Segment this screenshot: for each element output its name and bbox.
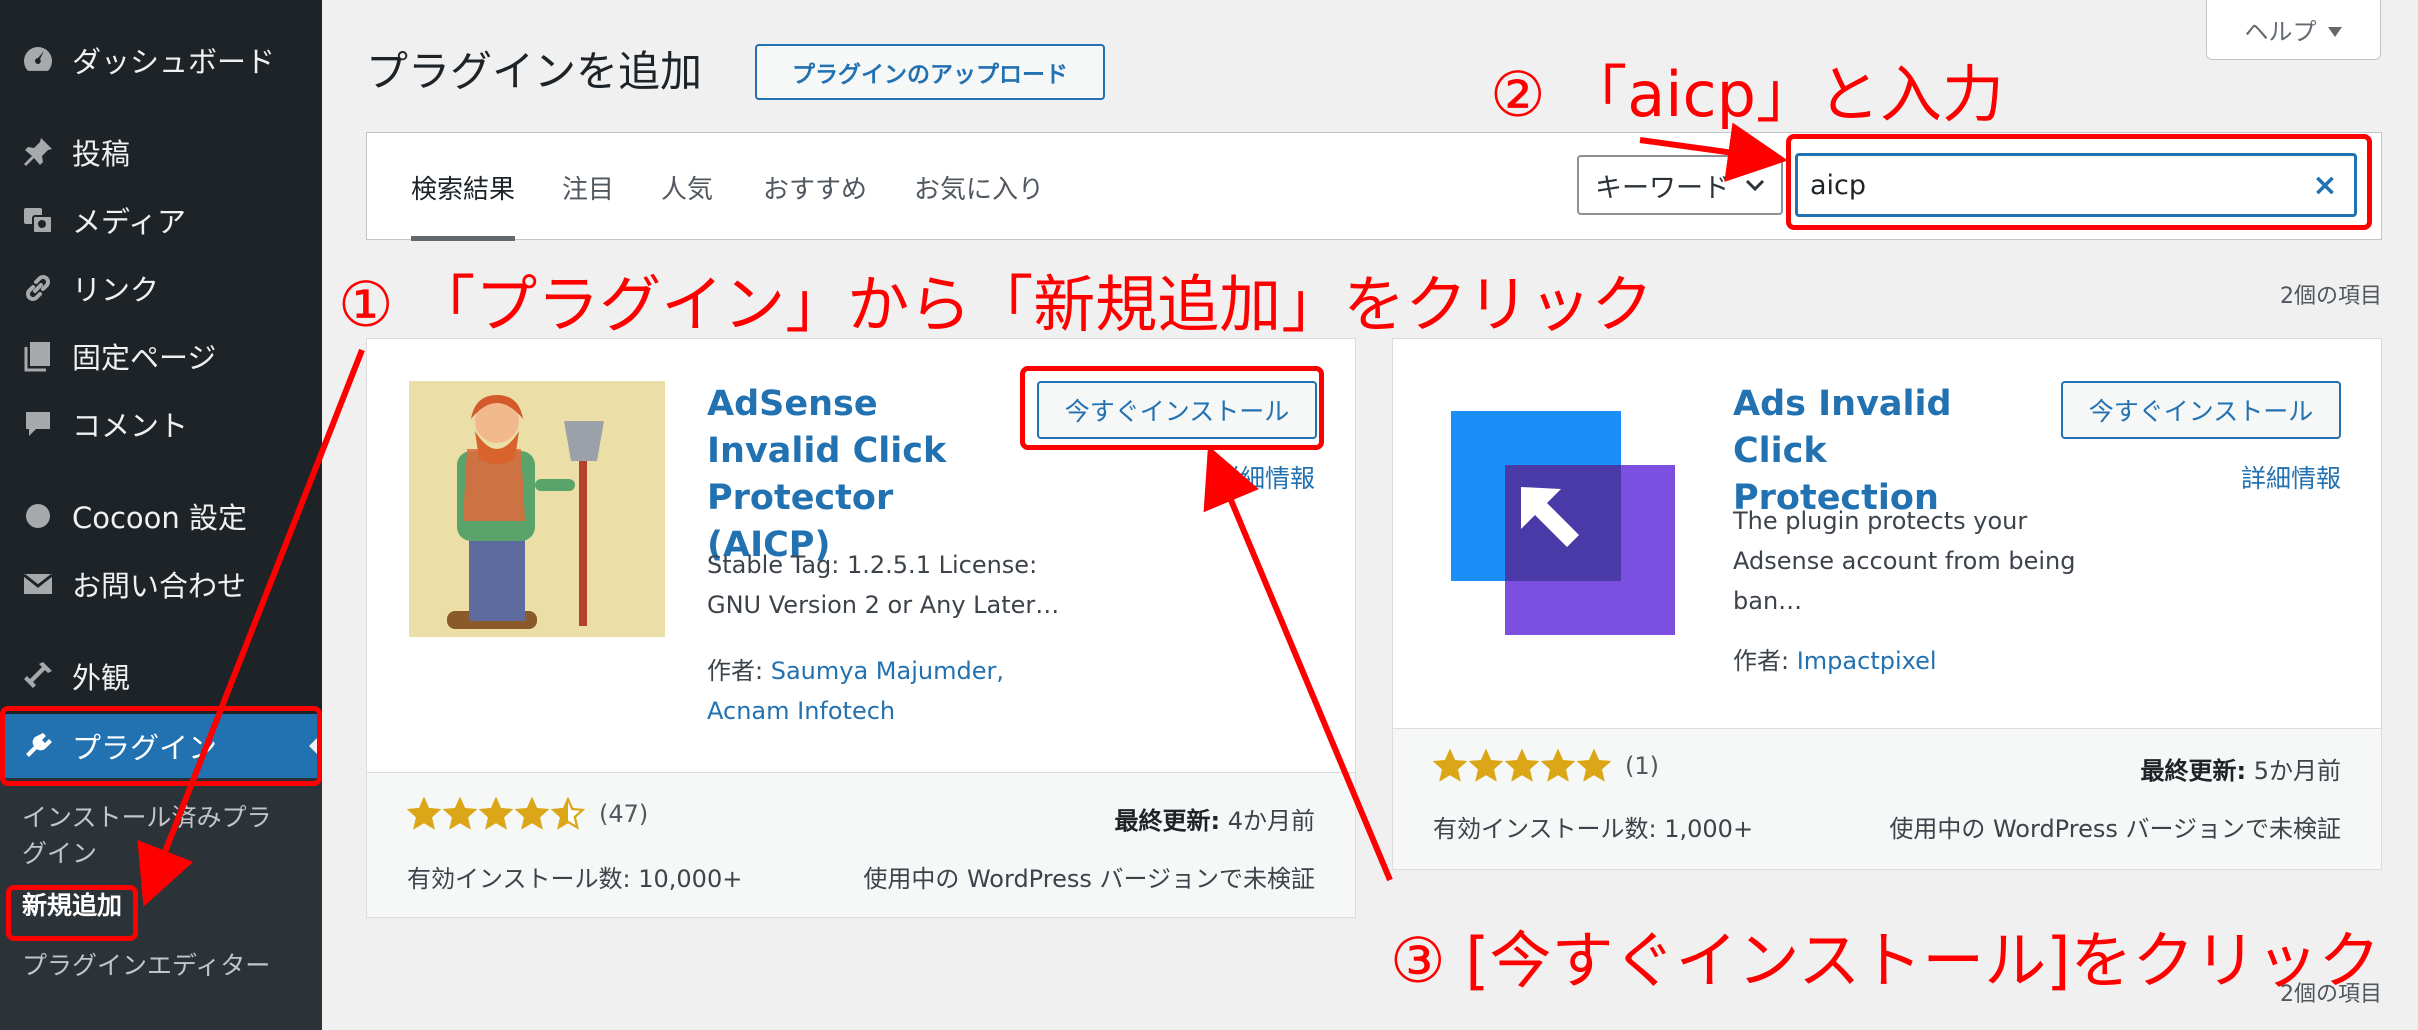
annotation-box-search (1786, 134, 2372, 230)
more-details-link[interactable]: 詳細情報 (2241, 459, 2341, 495)
submenu-plugin-editor[interactable]: プラグインエディター (22, 948, 270, 984)
author-prefix: 作者: (1733, 647, 1797, 675)
menu-item-pages[interactable]: 固定ページ (0, 324, 322, 388)
star-rating-stars (407, 797, 587, 831)
author-prefix: 作者: (707, 657, 771, 685)
annotation-step3: ③ [今すぐインストール]をクリック (1390, 924, 2381, 997)
pin-icon (18, 132, 58, 172)
last-updated-value: 5か月前 (2246, 757, 2341, 785)
rating-count: (1) (1625, 752, 1659, 780)
install-now-button[interactable]: 今すぐインストール (2061, 381, 2341, 439)
star-icon (407, 797, 441, 830)
tab-popular[interactable]: 人気 (661, 133, 713, 241)
plugin-name-link[interactable]: AdSense Invalid Click Protector (AICP) (707, 381, 1017, 569)
star-icon (1577, 749, 1611, 782)
plugin-description: Stable Tag: 1.2.5.1 License: GNU Version… (707, 551, 1060, 619)
star-icon (1505, 749, 1539, 782)
menu-item-media[interactable]: メディア (0, 188, 322, 252)
tab-favorites[interactable]: お気に入り (914, 133, 1044, 241)
star-icon (515, 797, 549, 830)
page-title: プラグインを追加 (366, 47, 703, 96)
item-count: 2個の項目 (2280, 284, 2382, 309)
comment-icon (18, 404, 58, 444)
menu-label: コメント (72, 409, 189, 443)
admin-sidebar: ダッシュボード 投稿 メディア リンク 固定ページ コメント Cocoon 設定… (0, 0, 322, 1030)
submenu-installed-plugins[interactable]: インストール済みプラ グイン (22, 800, 272, 872)
search-type-select[interactable]: キーワード (1577, 155, 1783, 215)
plugin-author: 作者: Saumya Majumder, Acnam Infotech (707, 651, 1047, 731)
menu-item-links[interactable]: リンク (0, 256, 322, 320)
tab-recommended[interactable]: おすすめ (763, 133, 867, 241)
star-rating: (47) (407, 797, 648, 831)
compatibility: 使用中の WordPress バージョンで未検証 (1889, 815, 2341, 843)
active-installs: 有効インストール数: 1,000+ (1433, 815, 1754, 843)
menu-label: メディア (72, 205, 186, 239)
more-details-link[interactable]: 詳細情報 (1215, 459, 1315, 495)
menu-label: お問い合わせ (72, 569, 247, 603)
pages-icon (18, 336, 58, 376)
tab-featured[interactable]: 注目 (562, 133, 614, 241)
last-updated-label: 最終更新: (1114, 807, 1221, 835)
star-icon (551, 797, 585, 830)
link-icon (18, 268, 58, 308)
star-icon (1433, 749, 1467, 782)
menu-item-cocoon[interactable]: Cocoon 設定 (0, 484, 322, 548)
compatibility: 使用中の WordPress バージョンで未検証 (863, 865, 1315, 893)
star-rating-stars (1433, 749, 1613, 783)
search-type-value: キーワード (1595, 172, 1730, 204)
help-tab[interactable]: ヘルプ (2206, 0, 2381, 60)
tab-search-results[interactable]: 検索結果 (411, 133, 516, 241)
upload-plugin-button[interactable]: プラグインのアップロード (755, 44, 1105, 100)
menu-label: Cocoon 設定 (72, 501, 248, 535)
triangle-down-icon (2327, 16, 2343, 44)
menu-item-posts[interactable]: 投稿 (0, 120, 322, 184)
plugin-thumbnail (409, 381, 665, 637)
circle-icon (18, 496, 58, 536)
menu-label: リンク (72, 273, 160, 307)
menu-item-comments[interactable]: コメント (0, 392, 322, 456)
active-installs: 有効インストール数: 10,000+ (407, 865, 743, 893)
annotation-box-add-new (6, 885, 138, 941)
plugin-description: The plugin protects your Adsense account… (1733, 507, 2076, 615)
menu-label: 外観 (72, 661, 131, 695)
menu-label: 固定ページ (72, 341, 217, 375)
plugin-card: Ads Invalid Click Protection 今すぐインストール 詳… (1392, 338, 2382, 870)
annotation-box-install (1020, 366, 1324, 450)
star-icon (479, 797, 513, 830)
last-updated: 最終更新: 5か月前 (2140, 751, 2341, 786)
last-updated-label: 最終更新: (2140, 757, 2247, 785)
annotation-step1: ① 「プラグイン」から「新規追加」をクリック (338, 268, 1654, 341)
mail-icon (18, 564, 58, 604)
help-label: ヘルプ (2244, 18, 2317, 46)
chevron-down-icon (1743, 173, 1767, 204)
author-link[interactable]: Impactpixel (1797, 647, 1937, 675)
menu-item-appearance[interactable]: 外観 (0, 644, 322, 708)
menu-label: ダッシュボード (72, 45, 276, 79)
menu-label: 投稿 (72, 137, 131, 171)
last-updated-value: 4か月前 (1220, 807, 1315, 835)
menu-item-contact[interactable]: お問い合わせ (0, 552, 322, 616)
rating-count: (47) (599, 800, 649, 828)
star-rating: (1) (1433, 749, 1659, 783)
last-updated: 最終更新: 4か月前 (1114, 801, 1315, 836)
plugin-card-footer: (47) 最終更新: 4か月前 有効インストール数: 10,000+ 使用中の … (367, 772, 1355, 917)
plugin-author: 作者: Impactpixel (1733, 641, 2073, 681)
star-icon (443, 797, 477, 830)
dashboard-icon (18, 40, 58, 80)
plugin-card-footer: (1) 最終更新: 5か月前 有効インストール数: 1,000+ 使用中の Wo… (1393, 728, 2381, 869)
plugin-thumbnail (1435, 381, 1691, 637)
star-icon (1541, 749, 1575, 782)
annotation-box-plugins-menu (0, 706, 322, 786)
annotation-step2: ② 「aicp」と入力 (1490, 58, 2004, 131)
media-icon (18, 200, 58, 240)
appearance-icon (18, 656, 58, 696)
star-icon (1469, 749, 1503, 782)
menu-item-dashboard[interactable]: ダッシュボード (0, 28, 322, 92)
